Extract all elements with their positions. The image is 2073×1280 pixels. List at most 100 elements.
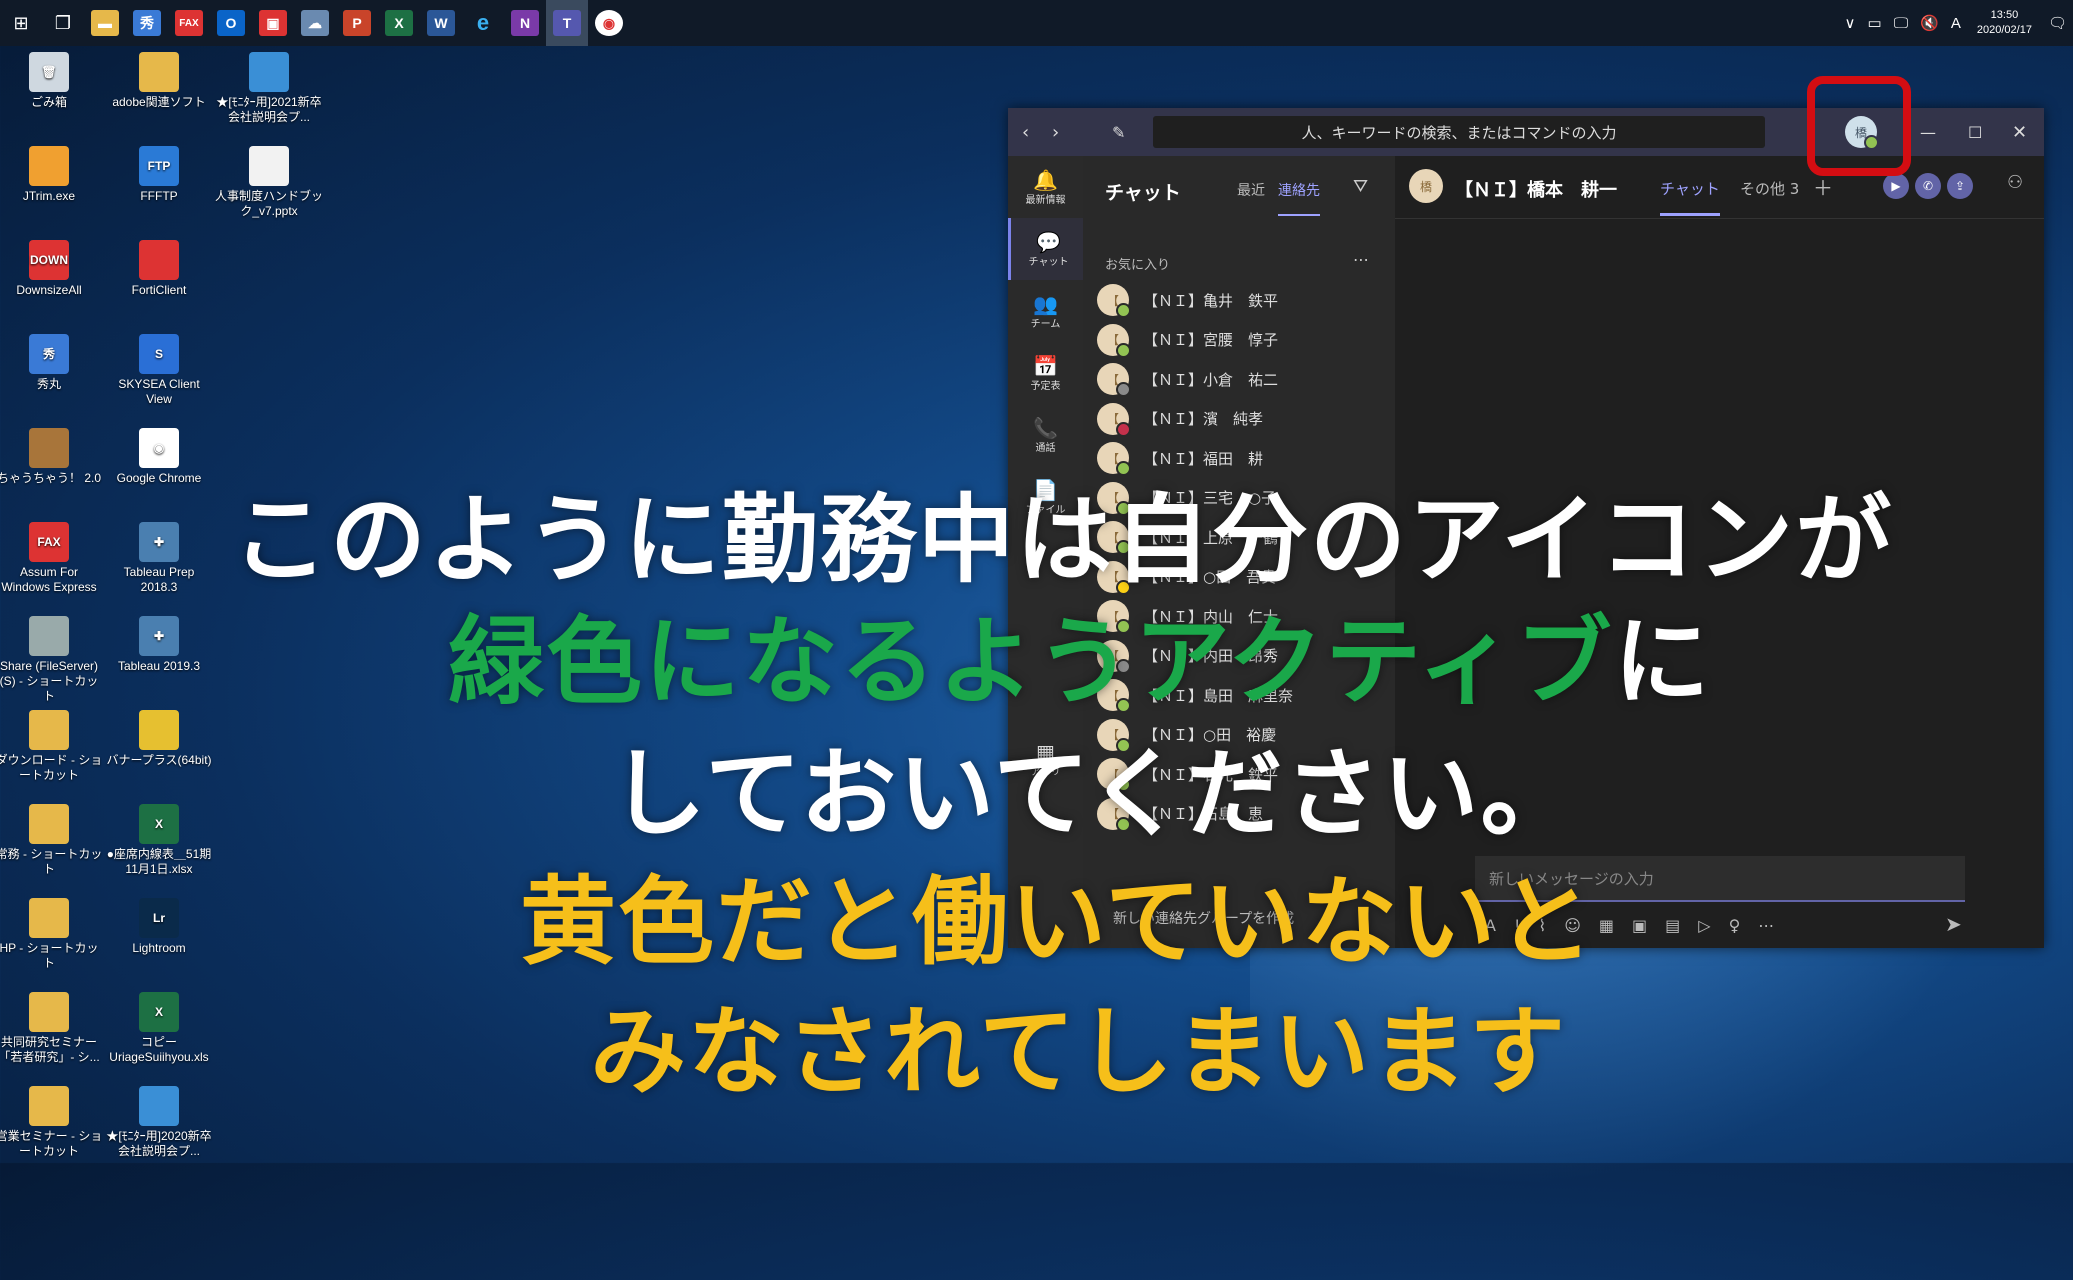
desktop-icon-label: FFFTP [140, 189, 178, 203]
outlook-icon[interactable]: O [210, 0, 252, 46]
onenote-icon[interactable]: N [504, 0, 546, 46]
favorites-section: お気に入り [1105, 258, 1171, 273]
gif-icon[interactable]: ▦ [1599, 916, 1614, 935]
desktop-icon[interactable]: 🗑 ごみ箱 [0, 52, 103, 110]
desktop-icon[interactable]: 人事制度ハンドブック_v7.pptx [215, 146, 323, 219]
start-icon[interactable]: ⊞ [0, 0, 42, 46]
desktop-icon-label: 常務 - ショートカット [0, 847, 103, 876]
meeting-icon[interactable]: ▤ [1665, 916, 1680, 935]
desktop-icon[interactable]: 共同研究セミナー「若者研究」- シ... [0, 992, 103, 1065]
shuumaru-icon[interactable]: 秀 [126, 0, 168, 46]
search-input[interactable]: 人、キーワードの検索、またはコマンドの入力 [1153, 116, 1765, 148]
desktop-icon[interactable]: 秀秀丸 [0, 334, 103, 392]
desktop-icon[interactable]: X コピー UriageSuiihyou.xls [105, 992, 213, 1065]
desktop-icon-label: Assum For Windows Express [1, 565, 97, 594]
desktop-icon[interactable]: 営業セミナー - ショートカット [0, 1086, 103, 1159]
fax-icon[interactable]: FAX [168, 0, 210, 46]
desktop-icon[interactable]: ちゃうちゃう！ 2.0 [0, 428, 103, 486]
desktop-icon[interactable]: ★[ﾓﾆﾀｰ用]2020新卒会社説明会プ... [105, 1086, 213, 1159]
word-icon[interactable]: W [420, 0, 462, 46]
ie-icon[interactable]: e [462, 0, 504, 46]
desktop-icon[interactable]: X ●座席内線表＿51期11月1日.xlsx [105, 804, 213, 877]
chevron-up-icon[interactable]: ∨ [1845, 14, 1856, 32]
contact-item[interactable]: 【【ＮＩ】宮腰 惇子 [1097, 323, 1278, 358]
desktop-icon[interactable]: FortiClient [105, 240, 213, 298]
desktop-icon[interactable]: HP - ショートカット [0, 898, 103, 971]
desktop-icon[interactable]: FTP FFFTP [105, 146, 213, 204]
rail-item[interactable]: 🔔 最新情報 [1008, 156, 1083, 218]
compose-icon[interactable]: ✎ [1112, 123, 1125, 142]
desktop-icon[interactable]: ◉ Google Chrome [105, 428, 213, 486]
desktop-icon-label: Lightroom [132, 941, 186, 955]
desktop-icon-label: Tableau 2019.3 [117, 659, 201, 673]
tab-chat[interactable]: チャット [1660, 178, 1720, 216]
desktop-icon-label: SKYSEA Client View [118, 377, 200, 406]
contact-avatar[interactable]: 橋 [1409, 169, 1443, 203]
add-tab-icon[interactable]: ＋ [1813, 172, 1833, 201]
desktop-icon[interactable]: DOWN DownsizeAll [0, 240, 103, 298]
desktop-icon[interactable]: ★[ﾓﾆﾀｰ用]2021新卒会社説明会プ... [215, 52, 323, 125]
desktop-icon[interactable]: ✚ Tableau 2019.3 [105, 616, 213, 674]
more-icon[interactable]: ⋯ [1758, 916, 1774, 935]
desktop-icon[interactable]: FAX Assum For Windows Express [0, 522, 103, 595]
file-explorer-icon[interactable]: ▬ [84, 0, 126, 46]
minimize-icon[interactable]: — [1920, 123, 1936, 142]
contact-item[interactable]: 【【ＮＩ】濱 純孝 [1097, 402, 1264, 437]
desktop-icon[interactable]: バナープラス(64bit) [105, 710, 213, 768]
desktop-icon[interactable]: ダウンロード - ショートカット [0, 710, 103, 783]
maximize-icon[interactable]: ☐ [1968, 123, 1982, 142]
rail-item[interactable]: 👥 チーム [1008, 280, 1083, 342]
task-view-icon[interactable]: ❐ [42, 0, 84, 46]
video-call-icon[interactable]: ▶ [1883, 173, 1909, 199]
sticker-icon[interactable]: ▣ [1632, 916, 1647, 935]
desktop-icon[interactable]: 常務 - ショートカット [0, 804, 103, 877]
chrome-icon[interactable]: ◉ [588, 0, 630, 46]
desktop-icon-image [249, 146, 289, 186]
contact-name: 【ＮＩ】濱 純孝 [1143, 410, 1264, 428]
desktop-icon[interactable]: S SKYSEA Client View [105, 334, 213, 407]
contact-item[interactable]: 【【ＮＩ】亀井 鉄平 [1097, 284, 1278, 318]
volume-mute-icon[interactable]: 🔇 [1920, 14, 1939, 32]
desktop-icon-image: ✚ [139, 616, 179, 656]
desktop-icon[interactable]: Lr Lightroom [105, 898, 213, 956]
desktop-icon-image [139, 240, 179, 280]
desktop-icon-image [29, 804, 69, 844]
rail-item-icon: 💬 [1036, 229, 1061, 254]
battery-icon[interactable]: ▭ [1868, 14, 1882, 32]
add-people-icon[interactable]: ⚇ [2007, 172, 2023, 193]
notification-icon[interactable]: 🗨 [2048, 14, 2067, 32]
desktop-icon-label: ダウンロード - ショートカット [0, 753, 103, 782]
tab-contacts[interactable]: 連絡先 [1278, 180, 1320, 216]
clock[interactable]: 13:50 2020/02/17 [1977, 8, 2032, 38]
stream-icon[interactable]: ▷ [1698, 916, 1710, 935]
forticlient-icon[interactable]: ▣ [252, 0, 294, 46]
rail-item[interactable]: 📞 通話 [1008, 404, 1083, 466]
network-icon[interactable]: 🖵 [1894, 15, 1908, 32]
teams-icon[interactable]: T [546, 0, 588, 46]
praise-icon[interactable]: ♀ [1729, 916, 1741, 935]
powerpoint-icon[interactable]: P [336, 0, 378, 46]
close-icon[interactable]: ✕ [2012, 122, 2027, 143]
audio-call-icon[interactable]: ✆ [1915, 173, 1941, 199]
cloud-icon[interactable]: ☁ [294, 0, 336, 46]
desktop-icon[interactable]: JTrim.exe [0, 146, 103, 204]
desktop-icon[interactable]: Share (FileServer) (S) - ショートカット [0, 616, 103, 704]
excel-icon[interactable]: X [378, 0, 420, 46]
tab-recent[interactable]: 最近 [1237, 180, 1265, 200]
tab-more[interactable]: その他 3 [1740, 178, 1799, 199]
desktop-icon[interactable]: adobe関連ソフト [105, 52, 213, 110]
back-arrow-icon[interactable]: ‹ [1022, 122, 1029, 143]
send-icon[interactable]: ➤ [1945, 912, 1962, 936]
rail-item[interactable]: 📅 予定表 [1008, 342, 1083, 404]
rail-item-label: チャット [1028, 256, 1069, 268]
ime-indicator[interactable]: A [1951, 15, 1961, 32]
forward-arrow-icon[interactable]: › [1052, 122, 1059, 143]
desktop-icon-label: ごみ箱 [30, 95, 67, 109]
caption-line-3: しておいてください。 [608, 737, 1579, 852]
more-options-icon[interactable]: ⋯ [1353, 250, 1369, 269]
desktop-icon[interactable]: ✚ Tableau Prep 2018.3 [105, 522, 213, 595]
rail-item[interactable]: 💬 チャット [1008, 218, 1086, 280]
filter-icon[interactable]: ⛛ [1353, 176, 1368, 197]
contact-item[interactable]: 【【ＮＩ】小倉 祐二 [1097, 363, 1278, 397]
screen-share-icon[interactable]: ⇪ [1947, 173, 1973, 199]
